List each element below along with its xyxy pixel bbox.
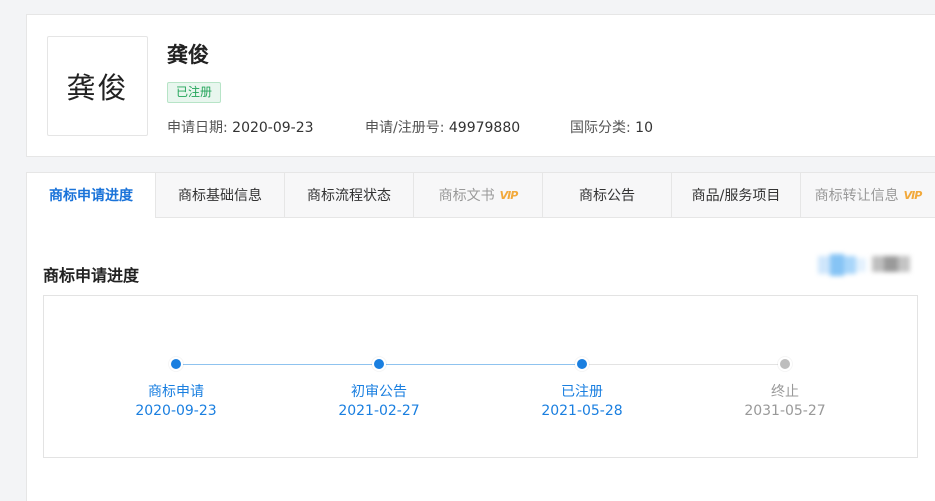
timeline-line <box>379 364 582 365</box>
step-label: 终止 <box>771 384 799 400</box>
tab-label: 商标基础信息 <box>178 188 262 204</box>
reg-no-label: 申请/注册号: <box>365 120 445 136</box>
status-badge: 已注册 <box>167 82 222 103</box>
class-value: 10 <box>635 120 653 136</box>
trademark-logo: 龚俊 <box>47 36 148 136</box>
apply-date-label: 申请日期: <box>167 120 228 136</box>
step-date: 2020-09-23 <box>135 403 217 419</box>
step-dot <box>372 357 386 371</box>
step-date: 2021-05-28 <box>541 403 623 419</box>
tab-documents[interactable]: 商标文书 VIP <box>414 173 543 217</box>
tab-application-progress[interactable]: 商标申请进度 <box>27 173 156 218</box>
step-label: 初审公告 <box>351 384 407 400</box>
step-dot <box>169 357 183 371</box>
apply-date-value: 2020-09-23 <box>232 120 314 136</box>
tab-announcements[interactable]: 商标公告 <box>543 173 672 217</box>
tab-transfer-info[interactable]: 商标转让信息 VIP <box>801 173 935 217</box>
step-dot <box>575 357 589 371</box>
tab-label: 商标文书 <box>438 188 495 204</box>
step-date: 2021-02-27 <box>338 403 420 419</box>
main-panel: 商标申请进度 商标申请 初审公告 已注册 终止 2020-09-23 2021-… <box>26 218 935 501</box>
class-label: 国际分类: <box>570 120 631 136</box>
international-class: 国际分类: 10 <box>570 117 653 137</box>
progress-timeline: 商标申请 初审公告 已注册 终止 2020-09-23 2021-02-27 2… <box>43 295 918 458</box>
timeline-line <box>176 364 379 365</box>
apply-date: 申请日期: 2020-09-23 <box>167 117 314 137</box>
reg-no-value: 49979880 <box>448 120 521 136</box>
tab-process-status[interactable]: 商标流程状态 <box>285 173 414 217</box>
timeline-line <box>582 364 785 365</box>
blurred-share-widget[interactable] <box>818 248 914 282</box>
step-dot <box>778 357 792 371</box>
tab-goods-services[interactable]: 商品/服务项目 <box>672 173 801 217</box>
step-date: 2031-05-27 <box>744 403 826 419</box>
tab-bar: 商标申请进度 商标基础信息 商标流程状态 商标文书 VIP 商标公告 商品/服务… <box>26 172 935 218</box>
tab-label: 商标转让信息 <box>814 188 899 204</box>
tab-basic-info[interactable]: 商标基础信息 <box>156 173 285 217</box>
step-label: 商标申请 <box>148 384 204 400</box>
vip-icon: VIP <box>499 188 519 202</box>
tab-label: 商标公告 <box>579 188 635 204</box>
registration-number: 申请/注册号: 49979880 <box>365 117 520 137</box>
section-title: 商标申请进度 <box>43 266 140 285</box>
trademark-header-card: 龚俊 龚俊 已注册 申请日期: 2020-09-23 申请/注册号: 49979… <box>26 14 935 157</box>
trademark-name: 龚俊 <box>167 43 209 67</box>
tab-label: 商标申请进度 <box>49 188 133 204</box>
tab-label: 商标流程状态 <box>307 188 391 204</box>
tab-label: 商品/服务项目 <box>691 188 781 204</box>
vip-icon: VIP <box>903 188 923 202</box>
step-label: 已注册 <box>561 384 603 400</box>
